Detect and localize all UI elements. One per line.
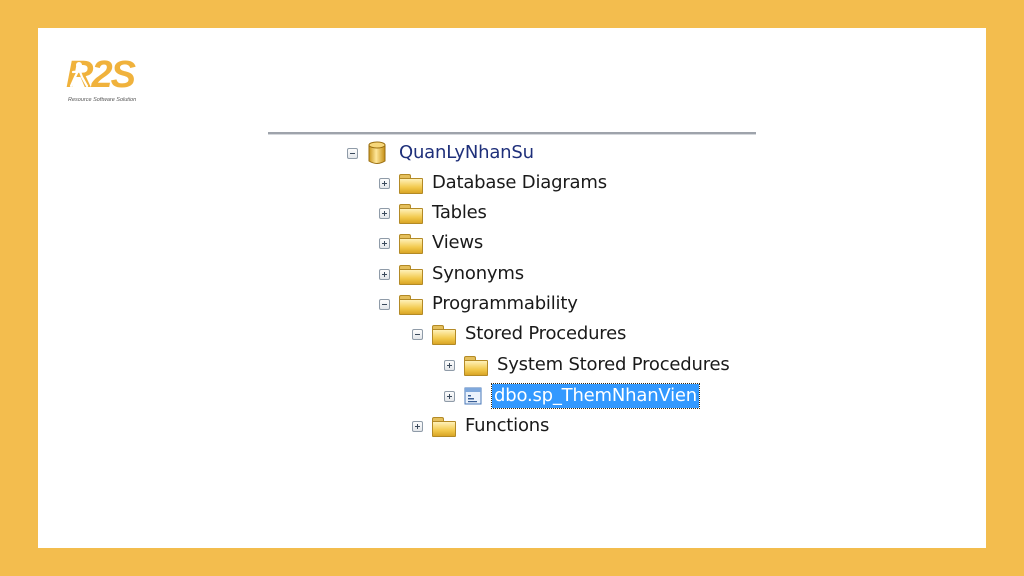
tree-node-views[interactable]: Views	[379, 230, 483, 256]
expand-toggle-icon[interactable]	[379, 268, 390, 280]
tree-node-database-diagrams[interactable]: Database Diagrams	[379, 170, 607, 196]
panel-divider	[268, 132, 756, 135]
collapse-toggle-icon[interactable]	[379, 298, 390, 310]
folder-icon	[432, 324, 456, 345]
folder-icon	[464, 355, 488, 376]
content-card	[38, 28, 986, 548]
database-icon	[368, 141, 386, 164]
expand-toggle-icon[interactable]	[444, 390, 455, 402]
folder-icon	[399, 203, 423, 224]
tree-node-label-selected: dbo.sp_ThemNhanVien	[491, 383, 700, 409]
folder-icon	[399, 294, 423, 315]
tree-node-system-stored-procedures[interactable]: System Stored Procedures	[444, 352, 730, 378]
r2s-logo: R2S Resource Software Solution	[66, 56, 146, 106]
tree-node-database[interactable]: QuanLyNhanSu	[347, 140, 534, 166]
expand-toggle-icon[interactable]	[444, 359, 455, 371]
tree-node-sp-themnhanvien[interactable]: dbo.sp_ThemNhanVien	[444, 383, 700, 409]
tree-node-tables[interactable]: Tables	[379, 200, 487, 226]
tree-node-stored-procedures[interactable]: Stored Procedures	[412, 321, 626, 347]
expand-toggle-icon[interactable]	[379, 237, 390, 249]
expand-toggle-icon[interactable]	[379, 207, 390, 219]
tree-node-label: Tables	[432, 202, 487, 223]
tree-node-label: System Stored Procedures	[497, 354, 730, 375]
tree-node-label: Views	[432, 232, 484, 253]
tree-node-label: Programmability	[432, 293, 578, 314]
tree-node-functions[interactable]: Functions	[412, 413, 549, 439]
stored-procedure-icon	[464, 387, 482, 405]
collapse-toggle-icon[interactable]	[347, 147, 358, 159]
running-figure-icon	[69, 62, 89, 88]
tree-node-label: Synonyms	[432, 263, 524, 284]
folder-icon	[432, 416, 456, 437]
logo-tagline: Resource Software Solution	[68, 97, 137, 103]
expand-toggle-icon[interactable]	[412, 420, 423, 432]
collapse-toggle-icon[interactable]	[412, 328, 423, 340]
tree-node-programmability[interactable]: Programmability	[379, 291, 578, 317]
folder-icon	[399, 233, 423, 254]
tree-node-label: Database Diagrams	[432, 172, 607, 193]
folder-icon	[399, 264, 423, 285]
tree-node-label: QuanLyNhanSu	[399, 142, 534, 163]
tree-node-label: Functions	[465, 415, 550, 436]
folder-icon	[399, 173, 423, 194]
expand-toggle-icon[interactable]	[379, 177, 390, 189]
tree-node-label: Stored Procedures	[465, 323, 627, 344]
tree-node-synonyms[interactable]: Synonyms	[379, 261, 524, 287]
